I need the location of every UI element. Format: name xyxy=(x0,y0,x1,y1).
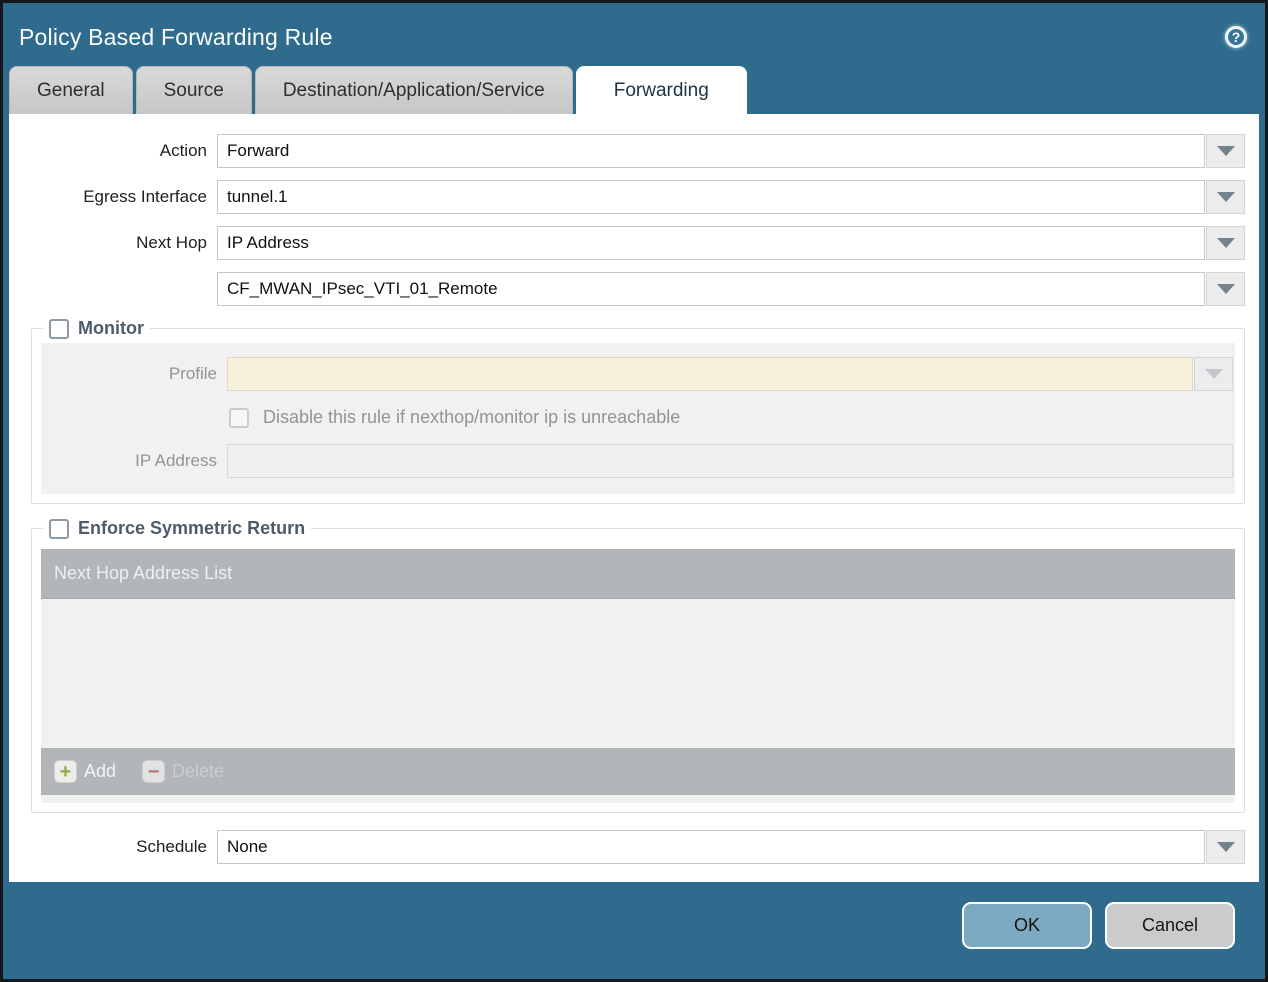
egress-interface-dropdown-button[interactable] xyxy=(1206,180,1245,214)
table-bottom-strip xyxy=(41,795,1235,803)
action-dropdown-button[interactable] xyxy=(1206,134,1245,168)
add-button[interactable]: + Add xyxy=(54,760,116,783)
plus-icon: + xyxy=(54,760,77,783)
chevron-down-icon xyxy=(1204,369,1223,379)
chevron-down-icon xyxy=(1216,192,1235,202)
monitor-ip-address-row: IP Address xyxy=(41,444,1233,478)
policy-based-forwarding-rule-dialog: Policy Based Forwarding Rule ? General S… xyxy=(0,0,1268,982)
dialog-footer: OK Cancel xyxy=(3,882,1265,979)
chevron-down-icon xyxy=(1216,146,1235,156)
next-hop-address-list-body[interactable] xyxy=(41,599,1235,748)
next-hop-label: Next Hop xyxy=(136,233,207,252)
next-hop-address-list-table: Next Hop Address List + Add − Delete xyxy=(41,549,1235,803)
dialog-titlebar: Policy Based Forwarding Rule ? xyxy=(3,3,1265,65)
profile-row: Profile xyxy=(41,357,1233,391)
chevron-down-icon xyxy=(1216,238,1235,248)
profile-combo xyxy=(227,357,1233,391)
chevron-down-icon xyxy=(1216,842,1235,852)
egress-interface-row: Egress Interface xyxy=(23,180,1245,214)
disable-rule-label: Disable this rule if nexthop/monitor ip … xyxy=(263,407,681,427)
schedule-dropdown-button[interactable] xyxy=(1206,830,1245,864)
forwarding-tab-panel: Action Egress Interface Next Hop xyxy=(9,114,1259,882)
monitor-section: Monitor Profile Disable this rule if nex… xyxy=(31,318,1245,504)
tab-forwarding[interactable]: Forwarding xyxy=(575,66,747,114)
monitor-ip-address-input xyxy=(227,444,1233,478)
next-hop-address-input[interactable] xyxy=(217,272,1205,306)
minus-icon: − xyxy=(142,760,166,783)
schedule-combo xyxy=(217,830,1245,864)
delete-button: − Delete xyxy=(142,760,224,783)
enforce-symmetric-return-legend-label: Enforce Symmetric Return xyxy=(78,518,306,538)
add-button-label: Add xyxy=(84,761,117,781)
profile-dropdown-button xyxy=(1194,357,1233,391)
monitor-checkbox[interactable] xyxy=(49,318,69,339)
next-hop-address-row xyxy=(23,272,1245,306)
enforce-symmetric-return-section: Enforce Symmetric Return Next Hop Addres… xyxy=(31,518,1245,813)
schedule-input[interactable] xyxy=(217,830,1205,864)
profile-input xyxy=(227,357,1193,391)
help-icon[interactable]: ? xyxy=(1225,26,1247,48)
tab-destination-application-service[interactable]: Destination/Application/Service xyxy=(254,66,573,114)
tab-general[interactable]: General xyxy=(9,66,133,114)
action-row: Action xyxy=(23,134,1245,168)
egress-interface-input[interactable] xyxy=(217,180,1205,214)
tab-bar: General Source Destination/Application/S… xyxy=(3,65,1265,114)
enforce-symmetric-return-legend: Enforce Symmetric Return xyxy=(43,518,311,539)
disable-rule-row: Disable this rule if nexthop/monitor ip … xyxy=(229,407,1233,428)
profile-label: Profile xyxy=(168,364,217,383)
ok-button[interactable]: OK xyxy=(962,902,1092,949)
next-hop-address-combo xyxy=(217,272,1245,306)
dialog-title: Policy Based Forwarding Rule xyxy=(19,23,333,50)
action-input[interactable] xyxy=(217,134,1205,168)
enforce-symmetric-return-checkbox[interactable] xyxy=(49,518,69,539)
tab-source[interactable]: Source xyxy=(135,66,252,114)
delete-button-label: Delete xyxy=(172,761,225,781)
chevron-down-icon xyxy=(1216,284,1235,294)
next-hop-address-list-toolbar: + Add − Delete xyxy=(41,748,1235,795)
next-hop-type-input[interactable] xyxy=(217,226,1205,260)
next-hop-address-dropdown-button[interactable] xyxy=(1206,272,1245,306)
monitor-legend-label: Monitor xyxy=(78,318,144,338)
monitor-legend: Monitor xyxy=(43,318,150,339)
next-hop-row: Next Hop xyxy=(23,226,1245,260)
disable-rule-checkbox xyxy=(229,407,249,428)
next-hop-dropdown-button[interactable] xyxy=(1206,226,1245,260)
schedule-label: Schedule xyxy=(136,837,207,856)
action-label: Action xyxy=(159,141,207,160)
cancel-button[interactable]: Cancel xyxy=(1105,902,1235,949)
next-hop-combo xyxy=(217,226,1245,260)
next-hop-address-list-header: Next Hop Address List xyxy=(41,549,1235,599)
monitor-ip-address-combo xyxy=(227,444,1233,478)
schedule-row: Schedule xyxy=(23,830,1245,864)
monitor-ip-address-label: IP Address xyxy=(135,451,217,470)
egress-interface-combo xyxy=(217,180,1245,214)
monitor-panel: Profile Disable this rule if nexthop/mon… xyxy=(41,343,1235,494)
egress-interface-label: Egress Interface xyxy=(83,187,207,206)
action-combo xyxy=(217,134,1245,168)
